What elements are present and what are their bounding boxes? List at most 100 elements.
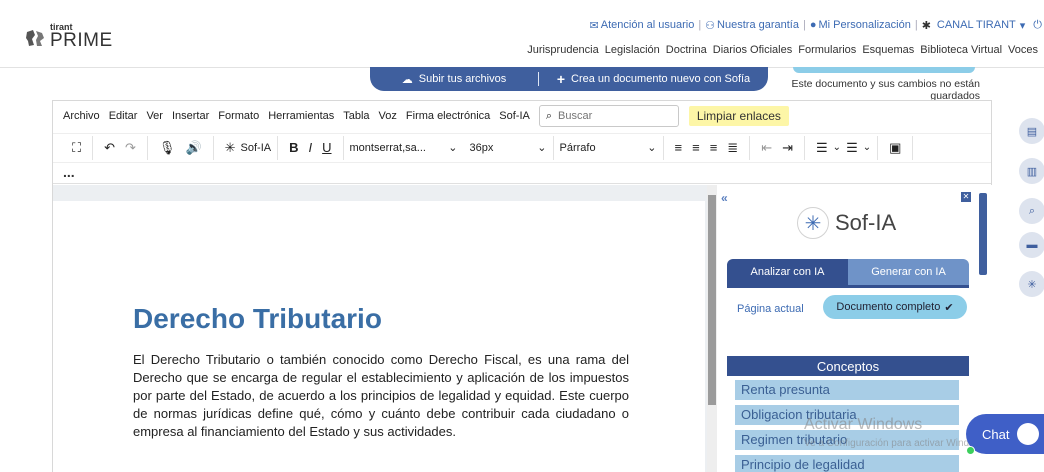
menu-signature[interactable]: Firma electrónica: [406, 110, 490, 122]
redo-icon[interactable]: ↷: [125, 140, 136, 156]
save-tab[interactable]: [793, 67, 975, 73]
cloud-upload-icon: ☁: [401, 73, 413, 86]
chevron-down-icon[interactable]: ⌄: [863, 142, 871, 153]
sofia-toolbar-button[interactable]: ✳ Sof-IA: [214, 135, 279, 160]
bold-button[interactable]: B: [289, 140, 298, 155]
menu-view[interactable]: Ver: [146, 110, 163, 122]
close-panel-icon[interactable]: ✕: [961, 192, 971, 202]
chat-bubble-icon: [1017, 423, 1040, 445]
tab-generate[interactable]: Generar con IA: [848, 259, 969, 285]
tab-analyze[interactable]: Analizar con IA: [727, 259, 848, 285]
outdent-icon[interactable]: ⇤: [761, 140, 772, 156]
sofia-star-icon: ✳: [224, 139, 236, 155]
numbered-list-icon[interactable]: ☰: [816, 140, 828, 156]
top-links: ✉ Atención al usuario | ⚇ Nuestra garant…: [590, 17, 1044, 33]
indent-icon[interactable]: ⇥: [782, 140, 793, 156]
sofia-logo: ✳ Sof-IA: [797, 207, 896, 239]
chat-button[interactable]: Chat: [966, 414, 1044, 454]
book-icon[interactable]: ▥: [1019, 158, 1044, 184]
editor-menubar: Archivo Editar Ver Insertar Formato Herr…: [53, 101, 991, 131]
user-shield-icon: ⚇: [705, 19, 716, 32]
search-icon: ⌕: [545, 109, 553, 122]
nav-item[interactable]: Formularios: [798, 44, 856, 58]
nav-item[interactable]: Diarios Oficiales: [713, 44, 792, 58]
keyboard-icon[interactable]: ▤: [1019, 118, 1044, 144]
gear-icon[interactable]: ✱: [922, 19, 931, 32]
collapse-panel-icon[interactable]: «: [721, 191, 728, 205]
panel-scrollbar[interactable]: [979, 193, 987, 275]
menu-file[interactable]: Archivo: [63, 110, 100, 122]
menu-tools[interactable]: Herramientas: [268, 110, 334, 122]
chevron-down-icon[interactable]: ⌄: [833, 142, 841, 153]
align-justify-icon[interactable]: ≣: [727, 140, 738, 156]
separator: |: [698, 19, 702, 31]
document-scrollbar[interactable]: [707, 185, 717, 472]
chevron-down-icon[interactable]: ▾: [1020, 19, 1026, 32]
power-icon[interactable]: ⏻: [1033, 19, 1042, 32]
more-options-button[interactable]: ...: [63, 164, 75, 180]
support-link[interactable]: Atención al usuario: [601, 19, 695, 31]
scope-current-page[interactable]: Página actual: [737, 303, 804, 315]
create-document-button[interactable]: + Crea un documento nuevo con Sofía: [539, 71, 768, 87]
menu-sofia[interactable]: Sof-IA: [499, 110, 530, 122]
italic-button[interactable]: I: [309, 140, 313, 155]
guarantee-link[interactable]: Nuestra garantía: [717, 19, 799, 31]
undo-icon[interactable]: ↶: [104, 140, 115, 156]
search-icon[interactable]: ⌕: [1019, 198, 1044, 224]
channel-link[interactable]: CANAL TIRANT: [937, 19, 1016, 31]
separator: |: [802, 19, 806, 31]
insert-image-icon[interactable]: ▣: [889, 140, 901, 156]
scope-full-document[interactable]: Documento completo ✔: [823, 295, 967, 319]
tirant-prime-logo[interactable]: tirant PRIME: [24, 20, 112, 56]
sofia-toolbar-label: Sof-IA: [240, 141, 272, 154]
align-left-icon[interactable]: ≡: [675, 140, 683, 155]
nav-item[interactable]: Esquemas: [862, 44, 914, 58]
concept-item[interactable]: Principio de legalidad: [735, 455, 959, 472]
document-paragraph[interactable]: El Derecho Tributario o también conocido…: [133, 351, 629, 441]
font-family-select[interactable]: montserrat,sa... ⌄: [344, 136, 464, 160]
menu-insert[interactable]: Insertar: [172, 110, 209, 122]
document-title[interactable]: Derecho Tributario: [133, 303, 382, 335]
online-status-dot: [966, 446, 975, 455]
personalization-link[interactable]: Mi Personalización: [819, 19, 911, 31]
menu-format[interactable]: Formato: [218, 110, 259, 122]
sofia-name: Sof-IA: [835, 210, 897, 235]
underline-button[interactable]: U: [322, 140, 331, 155]
nav-item[interactable]: Voces: [1008, 44, 1038, 58]
editor-search[interactable]: ⌕: [538, 105, 679, 127]
align-right-icon[interactable]: ≡: [710, 140, 718, 155]
nav-item[interactable]: Legislación: [605, 44, 660, 58]
font-size-select[interactable]: 36px ⌄: [464, 135, 554, 160]
font-family-value: montserrat,sa...: [349, 141, 426, 154]
bullet-list-icon[interactable]: ☰: [846, 140, 858, 156]
archive-icon[interactable]: ▬: [1019, 232, 1044, 258]
tab-underline: [727, 285, 969, 288]
sofia-star-icon[interactable]: ✳: [1019, 271, 1044, 297]
chevron-down-icon: ⌄: [537, 142, 547, 154]
logo-emblem-icon: [26, 30, 44, 46]
speaker-icon[interactable]: 🔊: [185, 140, 201, 156]
scope-full-label: Documento completo: [836, 301, 941, 313]
menu-edit[interactable]: Editar: [109, 110, 138, 122]
search-input[interactable]: [558, 110, 669, 122]
upload-files-label: Subir tus archivos: [418, 73, 507, 85]
microphone-icon[interactable]: 🎙: [159, 140, 176, 156]
document-page[interactable]: Derecho Tributario El Derecho Tributario…: [53, 201, 705, 472]
menu-table[interactable]: Tabla: [343, 110, 369, 122]
mail-icon: ✉: [589, 19, 599, 32]
font-size-value: 36px: [469, 141, 494, 154]
nav-item[interactable]: Jurisprudencia: [527, 44, 599, 58]
upload-files-button[interactable]: ☁ Subir tus archivos: [370, 73, 538, 86]
nav-item[interactable]: Biblioteca Virtual: [920, 44, 1002, 58]
paragraph-style-select[interactable]: Párrafo ⌄: [554, 135, 664, 160]
nav-item[interactable]: Doctrina: [666, 44, 707, 58]
clear-links-button[interactable]: Limpiar enlaces: [688, 106, 789, 126]
toolbar-overflow: ...: [53, 162, 991, 184]
fullscreen-icon[interactable]: ⛶: [72, 140, 81, 156]
align-center-icon[interactable]: ≡: [692, 140, 700, 155]
scrollbar-thumb[interactable]: [708, 195, 716, 405]
user-icon: ●: [809, 19, 817, 31]
separator: |: [914, 19, 918, 31]
menu-voice[interactable]: Voz: [379, 110, 397, 122]
concept-item[interactable]: Renta presunta: [735, 380, 959, 400]
